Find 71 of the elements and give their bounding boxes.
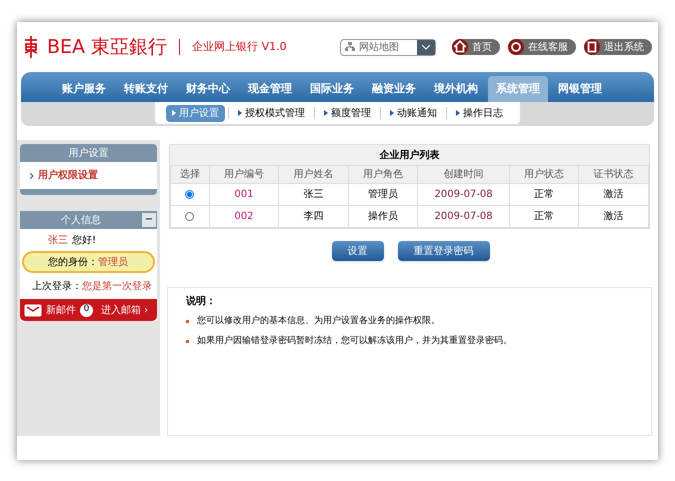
mail-icon xyxy=(24,304,42,316)
product-name: 企业网上银行 V1.0 xyxy=(192,38,287,55)
bullet-icon xyxy=(186,320,189,324)
triangle-icon xyxy=(238,110,242,116)
sitemap-icon xyxy=(345,42,355,52)
action-button[interactable]: 重置登录密码 xyxy=(398,241,490,261)
site-map-dropdown[interactable]: 网站地图 xyxy=(340,38,436,56)
role-text: 您的身份：管理员 xyxy=(48,256,128,270)
table-cell: 激活 xyxy=(604,189,624,200)
collapse-button[interactable]: − xyxy=(142,213,156,227)
nav-tab[interactable]: 融资业务 xyxy=(364,76,424,102)
subnav-tab[interactable]: 操作日志 xyxy=(450,104,509,122)
sidebar-link[interactable]: 用户权限设置 xyxy=(38,168,98,183)
bullet-icon xyxy=(186,340,189,343)
action-button[interactable]: 设置 xyxy=(332,241,384,261)
new-mail-label: 新邮件 xyxy=(46,304,76,318)
table-cell: 激活 xyxy=(604,211,624,222)
nav-tab[interactable]: 国际业务 xyxy=(302,76,362,102)
nav-tab[interactable]: 账户服务 xyxy=(54,76,114,102)
nav-tab[interactable]: 网银管理 xyxy=(550,76,610,102)
header-link-button[interactable]: 首页 xyxy=(452,39,500,55)
column-header: 证书状态 xyxy=(578,166,648,184)
radio-button[interactable] xyxy=(185,190,194,199)
subnav-tab[interactable]: 授权模式管理 xyxy=(232,104,311,122)
triangle-icon xyxy=(456,110,460,116)
table-cell: 正常 xyxy=(534,211,554,222)
table-cell: 001 xyxy=(234,189,254,200)
column-header: 用户姓名 xyxy=(278,166,348,184)
user-name: 张三 xyxy=(48,234,68,248)
mail-count-badge: 0 xyxy=(80,304,93,316)
column-header: 选择 xyxy=(170,166,210,184)
chevron-icon xyxy=(30,172,34,178)
mailbox-link[interactable]: 进入邮箱 › xyxy=(101,302,148,318)
table-title: 企业用户列表 xyxy=(170,145,649,165)
table-cell: 2009-07-08 xyxy=(434,189,493,200)
triangle-icon xyxy=(390,110,394,116)
table-cell: 李四 xyxy=(304,211,324,222)
table-cell: 管理员 xyxy=(368,189,398,200)
table-cell: 操作员 xyxy=(368,211,398,222)
logo-text: BEA 東亞銀行 xyxy=(47,34,168,60)
table-cell: 正常 xyxy=(534,189,554,200)
radio-button[interactable] xyxy=(185,212,194,221)
nav-tab[interactable]: 境外机构 xyxy=(426,76,486,102)
nav-tab[interactable]: 财务中心 xyxy=(178,76,238,102)
subnav-tab[interactable]: 动账通知 xyxy=(384,104,443,122)
header-link-button[interactable]: 退出系统 xyxy=(584,39,652,55)
column-header: 用户编号 xyxy=(209,166,279,184)
site-map-field[interactable]: 网站地图 xyxy=(359,40,417,54)
nav-tab[interactable]: 现金管理 xyxy=(240,76,300,102)
column-header: 用户角色 xyxy=(348,166,418,184)
panel-header: 个人信息 xyxy=(60,214,102,228)
table-cell: 2009-07-08 xyxy=(434,211,493,222)
exit-icon xyxy=(584,39,600,55)
table-cell: 张三 xyxy=(304,189,324,200)
column-header: 用户状态 xyxy=(509,166,579,184)
header-link-button[interactable]: 在线客服 xyxy=(508,39,576,55)
note-text: 如果用户因输错登录密码暂时冻结，您可以解冻该用户，并为其重置登录密码。 xyxy=(197,334,512,348)
last-login-text: 上次登录：您是第一次登录 xyxy=(32,280,152,294)
note-text: 您可以修改用户的基本信息、为用户设置各业务的操作权限。 xyxy=(197,315,440,328)
home-icon xyxy=(452,39,468,55)
nav-tab[interactable]: 转账支付 xyxy=(116,76,176,102)
notes-title: 说明： xyxy=(186,294,217,309)
logo-icon xyxy=(23,35,39,59)
panel-header: 用户设置 xyxy=(20,144,157,162)
greeting-text: 您好! xyxy=(72,234,96,248)
subnav-tab[interactable]: 用户设置 xyxy=(166,104,225,122)
column-header: 创建时间 xyxy=(418,166,510,184)
triangle-icon xyxy=(172,110,176,116)
subnav-tab[interactable]: 额度管理 xyxy=(318,104,377,122)
triangle-icon xyxy=(324,110,328,116)
table-cell: 002 xyxy=(234,211,254,222)
